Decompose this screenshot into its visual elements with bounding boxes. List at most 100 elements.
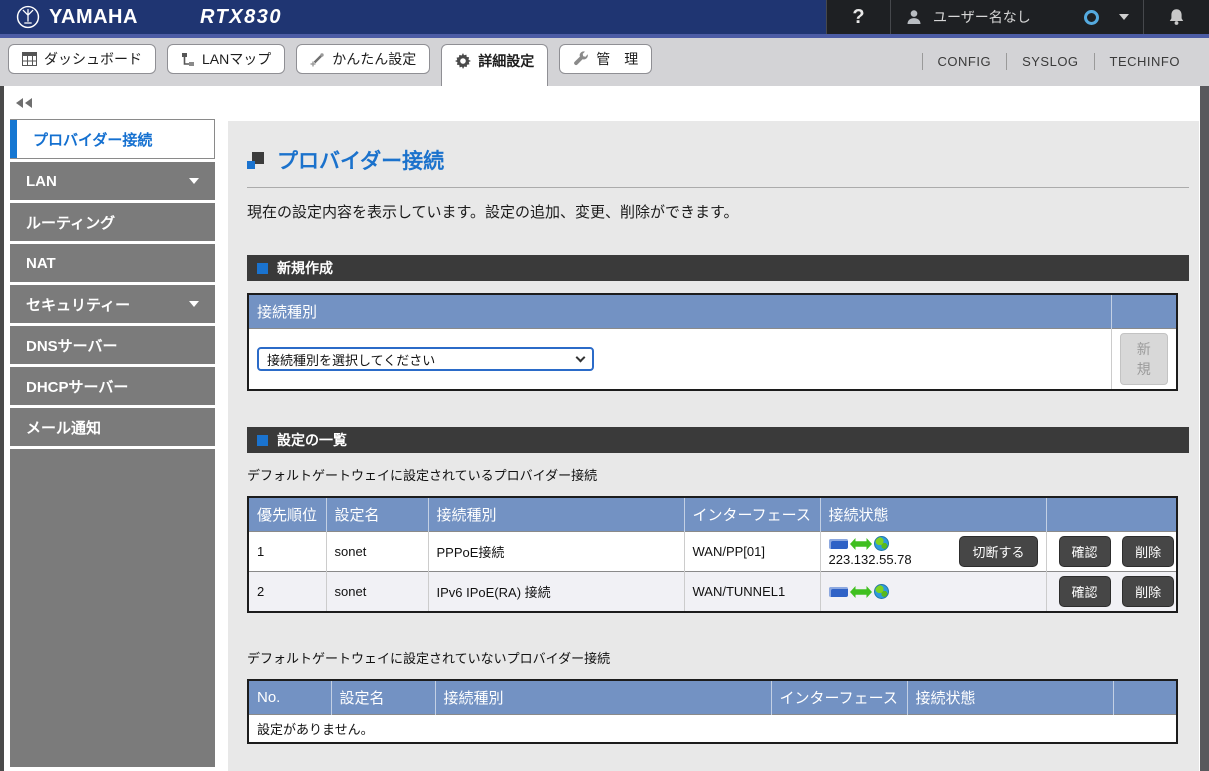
sidebar-item-dns-server[interactable]: DNSサーバー <box>10 326 215 364</box>
create-section-title: 新規作成 <box>277 258 333 278</box>
sidebar-menu: プロバイダー接続 LAN ルーティング NAT セキュリティー DNSサーバー … <box>10 119 215 771</box>
bell-icon <box>1168 8 1185 26</box>
left-rail <box>0 86 4 771</box>
sidebar-item-label: NAT <box>26 255 56 272</box>
cell-type: IPv6 IPoE(RA) 接続 <box>428 572 684 613</box>
sidebar-item-lan[interactable]: LAN <box>10 162 215 200</box>
refresh-spinner-icon[interactable] <box>1084 10 1099 25</box>
delete-button[interactable]: 削除 <box>1122 536 1174 567</box>
sidebar-item-mail-notification[interactable]: メール通知 <box>10 408 215 446</box>
cell-priority: 2 <box>248 572 326 613</box>
sidebar-item-provider-connection[interactable]: プロバイダー接続 <box>10 119 215 159</box>
column-header-actions <box>1046 497 1177 532</box>
sidebar-collapse-button[interactable] <box>10 86 215 119</box>
user-icon <box>905 8 923 26</box>
magic-wand-icon <box>310 52 325 67</box>
yamaha-tuning-fork-icon <box>16 5 40 29</box>
gear-icon <box>455 53 471 69</box>
tab-label: 詳細設定 <box>478 51 534 71</box>
page-title-squares-icon <box>247 152 264 169</box>
list-section-header: 設定の一覧 <box>247 427 1189 453</box>
table-row: 2 sonet IPv6 IPoE(RA) 接続 WAN/TUNNEL1 <box>248 572 1177 613</box>
wan-ip-address: 223.132.55.78 <box>829 552 912 567</box>
confirm-button[interactable]: 確認 <box>1059 576 1111 607</box>
green-link-arrow-icon <box>850 586 872 598</box>
router-icon <box>829 539 848 549</box>
sidebar-item-label: プロバイダー接続 <box>33 129 152 150</box>
page-description: 現在の設定内容を表示しています。設定の追加、変更、削除ができます。 <box>247 201 1189 222</box>
page-title-row: プロバイダー接続 <box>247 145 1189 175</box>
disconnect-button[interactable]: 切断する <box>959 536 1037 567</box>
dashboard-grid-icon <box>22 52 37 66</box>
tab-dashboard[interactable]: ダッシュボード <box>8 44 156 74</box>
sidebar-item-routing[interactable]: ルーティング <box>10 203 215 241</box>
vertical-scrollbar[interactable] <box>1200 86 1209 771</box>
new-button[interactable]: 新規 <box>1120 333 1169 385</box>
column-header-interface: インターフェース <box>684 497 820 532</box>
sidebar-item-label: メール通知 <box>26 417 101 438</box>
tab-advanced-settings[interactable]: 詳細設定 <box>441 44 548 86</box>
create-section-header: 新規作成 <box>247 255 1189 281</box>
column-header-no: No. <box>248 680 331 715</box>
default-gateway-caption: デフォルトゲートウェイに設定されているプロバイダー接続 <box>247 465 1189 484</box>
column-header-empty <box>1111 294 1177 329</box>
chevron-down-icon <box>1119 14 1129 20</box>
sidebar-item-security[interactable]: セキュリティー <box>10 285 215 323</box>
tab-easy-setup[interactable]: かんたん設定 <box>296 44 430 74</box>
cell-status: 223.132.55.78 切断する <box>820 532 1046 572</box>
sidebar-item-label: DNSサーバー <box>26 335 118 356</box>
collapse-left-icon <box>25 98 32 108</box>
column-header-status: 接続状態 <box>820 497 1046 532</box>
non-default-gateway-caption: デフォルトゲートウェイに設定されていないプロバイダー接続 <box>247 648 1189 667</box>
section-square-icon <box>257 263 268 274</box>
non-default-connections-table: No. 設定名 接続種別 インターフェース 接続状態 設定がありません。 <box>247 679 1178 744</box>
tab-label: 管 理 <box>596 49 638 69</box>
help-button[interactable]: ? <box>826 0 890 34</box>
tab-lan-map[interactable]: LANマップ <box>167 44 285 74</box>
sidebar-item-label: DHCPサーバー <box>26 376 128 397</box>
content-panel: プロバイダー接続 現在の設定内容を表示しています。設定の追加、変更、削除ができま… <box>228 121 1199 771</box>
connection-type-select[interactable]: 接続種別を選択してください <box>257 347 594 371</box>
table-row: 1 sonet PPPoE接続 WAN/PP[01] <box>248 532 1177 572</box>
column-header-status: 接続状態 <box>907 680 1113 715</box>
create-table: 接続種別 接続種別を選択してください 新規 <box>247 293 1178 391</box>
cell-priority: 1 <box>248 532 326 572</box>
default-connections-table: 優先順位 設定名 接続種別 インターフェース 接続状態 1 sonet PPPo… <box>247 496 1178 613</box>
column-header-name: 設定名 <box>331 680 435 715</box>
confirm-button[interactable]: 確認 <box>1059 536 1111 567</box>
user-menu[interactable]: ユーザー名なし <box>890 0 1143 34</box>
sidebar-item-label: ルーティング <box>26 212 115 233</box>
section-square-icon <box>257 435 268 446</box>
delete-button[interactable]: 削除 <box>1122 576 1174 607</box>
select-value: 接続種別を選択してください <box>267 350 435 369</box>
sidebar-item-dhcp-server[interactable]: DHCPサーバー <box>10 367 215 405</box>
tab-admin[interactable]: 管 理 <box>559 44 652 74</box>
brand-name: YAMAHA <box>49 6 138 29</box>
column-header-actions <box>1113 680 1177 715</box>
sidebar-item-nat[interactable]: NAT <box>10 244 215 282</box>
sidebar-filler <box>10 449 215 767</box>
top-bar: YAMAHA RTX830 ? ユーザー名なし <box>0 0 1209 34</box>
top-bar-utility-area: ? ユーザー名なし <box>826 0 1209 34</box>
green-link-arrow-icon <box>850 538 872 550</box>
chevron-down-icon <box>189 178 199 184</box>
link-techinfo[interactable]: TECHINFO <box>1094 53 1195 70</box>
column-header-priority: 優先順位 <box>248 497 326 532</box>
column-header-type: 接続種別 <box>428 497 684 532</box>
link-config[interactable]: CONFIG <box>922 53 1007 70</box>
title-divider <box>247 187 1189 188</box>
cell-name: sonet <box>326 532 428 572</box>
table-row: 設定がありません。 <box>248 715 1177 744</box>
page-title: プロバイダー接続 <box>277 145 444 175</box>
cell-type: PPPoE接続 <box>428 532 684 572</box>
internet-globe-icon <box>874 584 889 599</box>
column-header-type: 接続種別 <box>435 680 771 715</box>
cell-actions: 確認 削除 <box>1046 532 1177 572</box>
sidebar-item-label: セキュリティー <box>26 294 130 315</box>
notifications-button[interactable] <box>1143 0 1209 34</box>
cell-interface: WAN/PP[01] <box>684 532 820 572</box>
chevron-down-icon <box>576 352 586 362</box>
tab-label: LANマップ <box>202 49 271 69</box>
link-syslog[interactable]: SYSLOG <box>1006 53 1093 70</box>
chevron-down-icon <box>189 301 199 307</box>
